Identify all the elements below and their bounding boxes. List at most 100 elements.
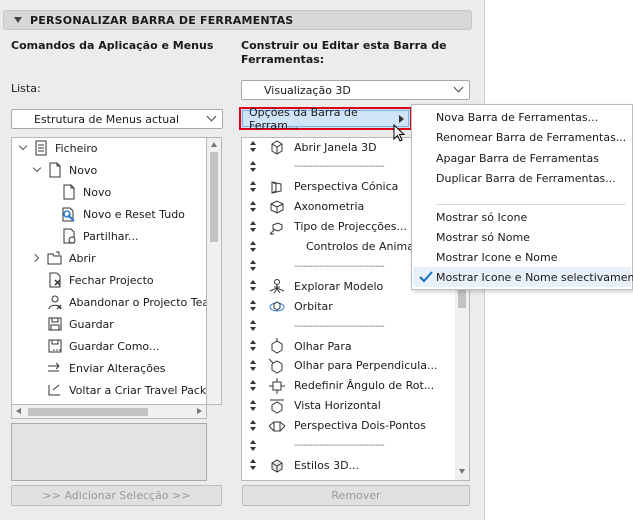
toolbar-options-menu: Nova Barra de Ferramentas... Renomear Bar… <box>411 104 633 290</box>
menu-item[interactable]: Renomear Barra de Ferramentas... <box>436 128 626 148</box>
tree-item[interactable]: Enviar Alterações <box>32 358 165 378</box>
menu-item[interactable]: Duplicar Barra de Ferramentas... <box>436 169 616 189</box>
toolbar-item-row[interactable]: Perspectiva Dois-Pontos <box>242 416 426 436</box>
toolbar-options-button[interactable]: Opções da Barra de Ferram... <box>239 105 412 132</box>
travel-pack-icon <box>46 381 64 399</box>
leave-team-icon <box>46 293 64 311</box>
tree-item-label: Novo <box>83 185 112 199</box>
toolbar-item-label: Vista Horizontal <box>294 399 381 413</box>
drag-handle-icon[interactable] <box>248 220 256 233</box>
toolbar-item-row[interactable]: Estilos 3D... <box>242 455 359 475</box>
collapse-triangle-icon[interactable] <box>14 17 22 23</box>
scroll-right-icon[interactable] <box>197 408 202 414</box>
remove-button[interactable]: Remover <box>242 485 470 506</box>
tree-item[interactable]: Novo <box>46 182 111 202</box>
drag-handle-icon[interactable] <box>248 280 256 292</box>
chevron-down-icon <box>208 115 216 123</box>
add-selection-button[interactable]: >> Adicionar Selecção >> <box>11 485 222 506</box>
toolbar-item-label: Estilos 3D... <box>294 458 360 472</box>
menu-tree[interactable]: Ficheiro Novo Novo Novo e Reset Tudo Partilh… <box>11 137 207 405</box>
menu-item[interactable]: Apagar Barra de Ferramentas <box>436 148 599 168</box>
scroll-left-icon[interactable] <box>16 408 21 414</box>
right-heading-line1: Construir ou Editar esta Barra de <box>241 39 447 52</box>
tree-item[interactable]: Partilhar... <box>46 226 139 246</box>
toolbar-separator-row[interactable]: ----------------------------- <box>242 256 385 276</box>
toolbar-item-row[interactable]: Abrir Janela 3D <box>242 138 377 157</box>
tree-item[interactable]: Guardar Como... <box>32 336 159 356</box>
toolbar-separator-row[interactable]: ----------------------------- <box>242 316 385 336</box>
drag-handle-icon[interactable] <box>248 419 256 432</box>
toolbar-item-row[interactable]: Orbitar <box>242 296 333 316</box>
tree-item[interactable]: Fechar Projecto <box>32 270 154 290</box>
tree-item[interactable]: Abrir <box>32 248 96 268</box>
menu-item[interactable]: Nova Barra de Ferramentas... <box>436 107 598 127</box>
tree-item-label: Voltar a Criar Travel Pack <box>69 383 207 397</box>
drag-handle-icon[interactable] <box>248 459 256 471</box>
tree-item[interactable]: Voltar a Criar Travel Pack <box>32 380 206 400</box>
toolbar-dropdown[interactable]: Visualização 3D <box>241 80 470 100</box>
menu-item-checked[interactable]: Mostrar Icone e Nome selectivamente <box>413 267 633 287</box>
toolbar-item-row[interactable]: Olhar Para <box>242 336 352 356</box>
scroll-up-icon[interactable] <box>211 142 217 147</box>
blank-icon-slot <box>268 437 286 455</box>
toolbar-item-row[interactable]: Vista Horizontal <box>242 396 381 416</box>
tree-item-label: Ficheiro <box>55 141 98 155</box>
tree-item[interactable]: Novo <box>32 160 97 180</box>
menu-item[interactable]: Mostrar só Icone <box>436 207 527 227</box>
drag-handle-icon[interactable] <box>248 399 256 412</box>
drag-handle-icon[interactable] <box>248 141 256 153</box>
toolbar-item-label: Redefinir Ângulo de Rot... <box>294 379 435 393</box>
menu-item-label: Mostrar Icone e Nome <box>436 250 558 264</box>
toolbar-separator-row[interactable]: ----------------------------- <box>242 157 385 177</box>
new-reset-icon <box>60 205 78 223</box>
scroll-down-icon[interactable] <box>459 469 465 474</box>
toolbar-item-row[interactable]: Olhar para Perpendicula... <box>242 356 438 376</box>
drag-handle-icon[interactable] <box>248 160 256 173</box>
toolbar-item-row[interactable]: Perspectiva Cónica <box>242 177 398 197</box>
toolbar-item-label: Tipo de Projecções... <box>294 220 407 234</box>
drag-handle-icon[interactable] <box>248 439 256 452</box>
toolbar-item-label: Orbitar <box>294 299 333 313</box>
drag-handle-icon[interactable] <box>248 340 256 352</box>
drag-handle-icon[interactable] <box>248 200 256 213</box>
tree-item[interactable]: Novo e Reset Tudo <box>46 204 185 224</box>
drag-handle-icon[interactable] <box>248 260 256 272</box>
chevron-down-icon[interactable] <box>18 143 28 153</box>
menu-item[interactable]: Mostrar Icone e Nome <box>436 247 558 267</box>
drag-handle-icon[interactable] <box>248 379 256 392</box>
toolbar-item-row[interactable]: Axonometria <box>242 197 364 217</box>
menu-item[interactable]: Mostrar só Nome <box>436 227 530 247</box>
drag-handle-icon[interactable] <box>248 240 256 253</box>
toolbar-item-row[interactable]: Controlos de Animação <box>242 237 434 257</box>
chevron-right-icon[interactable] <box>32 253 42 263</box>
section-header[interactable]: PERSONALIZAR BARRA DE FERRAMENTAS <box>3 10 472 30</box>
reset-angle-icon <box>268 377 286 395</box>
tree-item[interactable]: Guardar <box>32 314 114 334</box>
save-as-icon <box>46 337 64 355</box>
perspective-icon <box>268 178 286 196</box>
toolbar-options-label: Opções da Barra de Ferram... <box>249 105 358 132</box>
send-changes-icon <box>46 359 64 377</box>
tree-horizontal-scrollbar[interactable] <box>11 405 207 419</box>
tree-item[interactable]: Abandonar o Projecto Team <box>32 292 206 312</box>
scrollbar-thumb[interactable] <box>458 288 466 308</box>
list-dropdown[interactable]: Estrutura de Menus actual <box>11 109 223 129</box>
drag-handle-icon[interactable] <box>248 359 256 372</box>
tree-item[interactable]: Ficheiro <box>18 138 97 158</box>
drag-handle-icon[interactable] <box>248 180 256 193</box>
drag-handle-icon[interactable] <box>248 320 256 332</box>
toolbar-item-row[interactable]: Redefinir Ângulo de Rot... <box>242 376 434 396</box>
scrollbar-thumb[interactable] <box>210 152 218 242</box>
axonometry-icon <box>268 198 286 216</box>
toolbar-separator-row[interactable]: ----------------------------- <box>242 436 385 456</box>
tree-vertical-scrollbar[interactable] <box>207 137 222 405</box>
scrollbar-thumb[interactable] <box>28 408 148 416</box>
right-heading-line2: Ferramentas: <box>241 53 325 66</box>
chevron-down-icon[interactable] <box>32 165 42 175</box>
separator-label: ----------------------------- <box>294 320 385 332</box>
drag-handle-icon[interactable] <box>248 300 256 312</box>
toolbar-item-row[interactable]: Explorar Modelo <box>242 276 383 296</box>
toolbar-item-row[interactable]: Tipo de Projecções... <box>242 217 407 237</box>
